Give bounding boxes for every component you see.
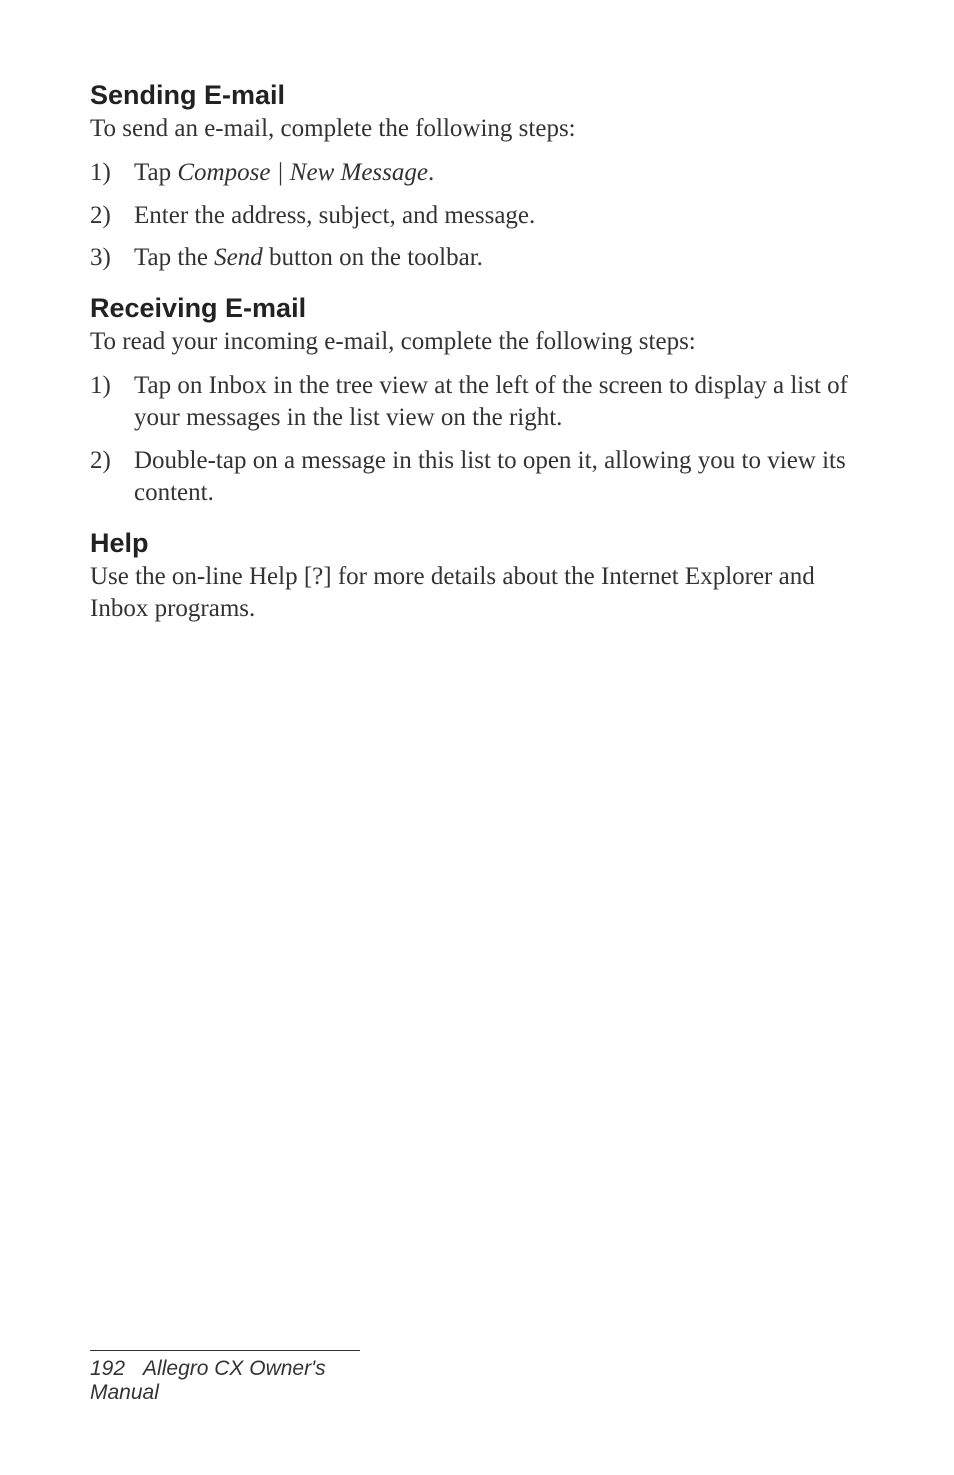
text-fragment: Tap the (134, 244, 214, 271)
manual-title: Allegro CX Owner's Manual (90, 1357, 326, 1404)
steps-receiving: 1) Tap on Inbox in the tree view at the … (90, 370, 864, 510)
page-number: 192 (90, 1357, 125, 1380)
step-text: Tap on Inbox in the tree view at the lef… (134, 370, 864, 435)
step-item: 1) Tap Compose | New Message. (90, 157, 864, 190)
intro-receiving: To read your incoming e-mail, complete t… (90, 326, 864, 358)
step-text: Enter the address, subject, and message. (134, 200, 864, 233)
step-item: 3) Tap the Send button on the toolbar. (90, 242, 864, 275)
steps-sending: 1) Tap Compose | New Message. 2) Enter t… (90, 157, 864, 275)
heading-receiving-email: Receiving E-mail (90, 293, 864, 324)
text-fragment: button on the toolbar. (263, 244, 483, 271)
intro-sending: To send an e-mail, complete the followin… (90, 113, 864, 145)
heading-sending-email: Sending E-mail (90, 80, 864, 111)
step-number: 2) (90, 445, 134, 510)
help-body: Use the on-line Help [?] for more detail… (90, 561, 864, 626)
italic-text: Compose | New Message (177, 159, 428, 186)
step-item: 1) Tap on Inbox in the tree view at the … (90, 370, 864, 435)
step-number: 1) (90, 157, 134, 190)
step-number: 1) (90, 370, 134, 435)
text-fragment: . (428, 159, 434, 186)
step-item: 2) Double-tap on a message in this list … (90, 445, 864, 510)
step-item: 2) Enter the address, subject, and messa… (90, 200, 864, 233)
step-number: 3) (90, 242, 134, 275)
page-footer: 192Allegro CX Owner's Manual (90, 1350, 390, 1405)
italic-text: Send (214, 244, 263, 271)
footer-rule (90, 1350, 360, 1351)
heading-help: Help (90, 528, 864, 559)
text-fragment: Tap (134, 159, 177, 186)
page-content: Sending E-mail To send an e-mail, comple… (0, 0, 954, 626)
step-text: Double-tap on a message in this list to … (134, 445, 864, 510)
step-number: 2) (90, 200, 134, 233)
footer-text: 192Allegro CX Owner's Manual (90, 1357, 390, 1405)
step-text: Tap the Send button on the toolbar. (134, 242, 864, 275)
step-text: Tap Compose | New Message. (134, 157, 864, 190)
